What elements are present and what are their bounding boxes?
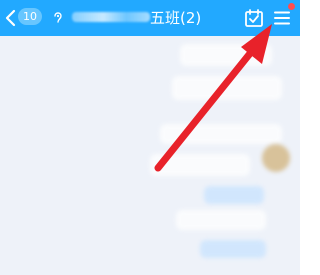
- message-list[interactable]: [0, 36, 300, 275]
- message-bubble: [150, 154, 250, 176]
- unread-count-badge[interactable]: 10: [18, 8, 42, 25]
- message-bubble: [204, 186, 264, 204]
- chat-screen: 10 五班(2): [0, 0, 300, 275]
- calendar-check-icon[interactable]: [244, 8, 264, 28]
- voice-icon: [54, 12, 62, 23]
- message-bubble: [180, 44, 272, 66]
- group-name: 五班(2): [150, 9, 202, 27]
- message-bubble: [160, 124, 282, 144]
- menu-icon[interactable]: [273, 9, 291, 27]
- notification-dot: [288, 3, 295, 10]
- back-chevron-icon[interactable]: [4, 9, 18, 27]
- message-bubble: [176, 210, 266, 230]
- blurred-group-name: [72, 12, 150, 22]
- title-bar: 10 五班(2): [0, 0, 300, 36]
- message-bubble: [200, 240, 266, 258]
- message-bubble: [172, 76, 282, 100]
- avatar: [262, 144, 290, 172]
